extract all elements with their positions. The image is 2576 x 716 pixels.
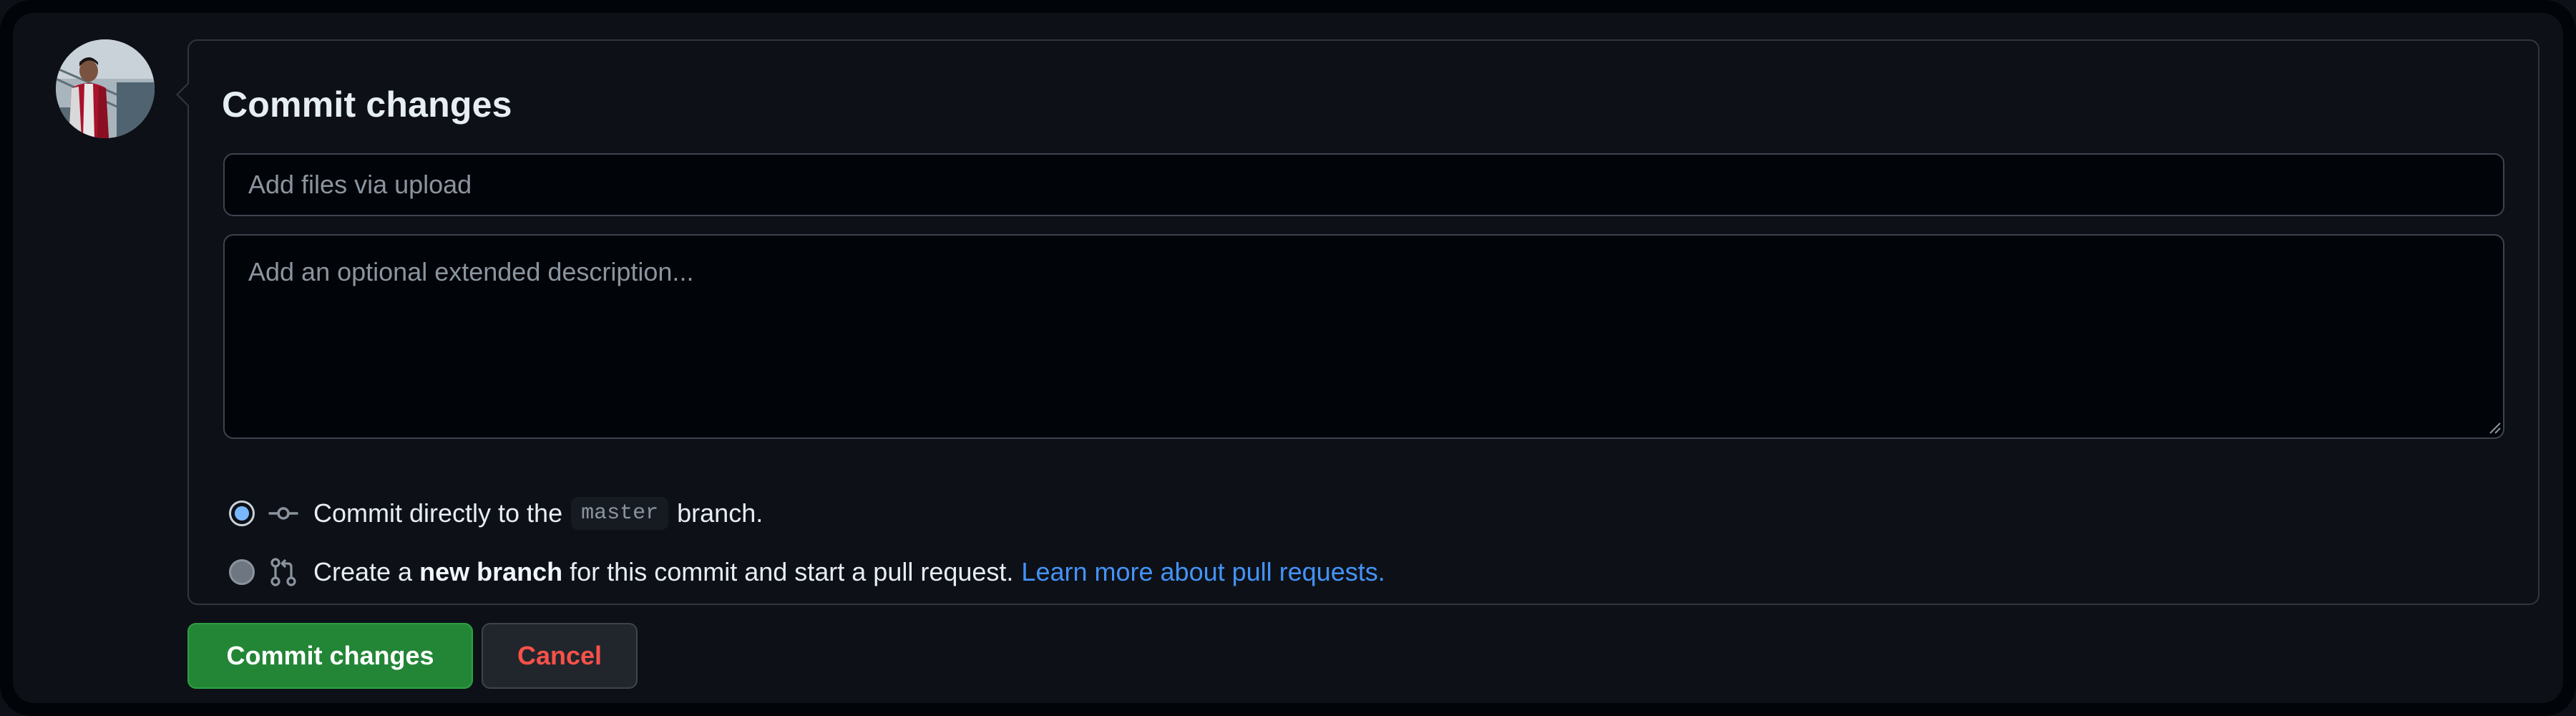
user-avatar[interactable] [56,39,155,138]
learn-more-pull-requests-link[interactable]: Learn more about pull requests. [1021,557,1385,587]
option-commit-directly[interactable]: Commit directly to the master branch. [229,493,763,533]
new-branch-text-suffix: for this commit and start a pull request… [570,557,1014,586]
resize-handle-icon[interactable] [2487,420,2502,435]
new-branch-text-prefix: Create a [313,557,413,586]
page-background: Commit changes Commit directly to the ma… [13,13,2563,703]
commit-directly-text: Commit directly to the [313,498,563,528]
panel-title: Commit changes [222,84,512,125]
git-commit-icon [268,507,298,520]
commit-changes-panel: Commit changes Commit directly to the ma… [176,39,2540,605]
new-branch-radio[interactable] [229,559,255,585]
git-pull-request-icon [270,558,296,586]
commit-changes-button[interactable]: Commit changes [187,623,473,689]
commit-summary-input[interactable] [223,153,2504,216]
page-frame: Commit changes Commit directly to the ma… [0,0,2576,716]
branch-name: master [571,497,669,530]
cancel-button[interactable]: Cancel [482,623,638,689]
avatar-photo [56,39,155,138]
commit-directly-suffix: branch. [677,498,763,528]
option-new-branch[interactable]: Create a new branch for this commit and … [229,552,1385,592]
commit-directly-radio[interactable] [229,500,255,526]
commit-description-textarea[interactable] [223,234,2504,439]
panel-caret-fill [178,83,190,106]
new-branch-bold: new branch [419,557,563,586]
